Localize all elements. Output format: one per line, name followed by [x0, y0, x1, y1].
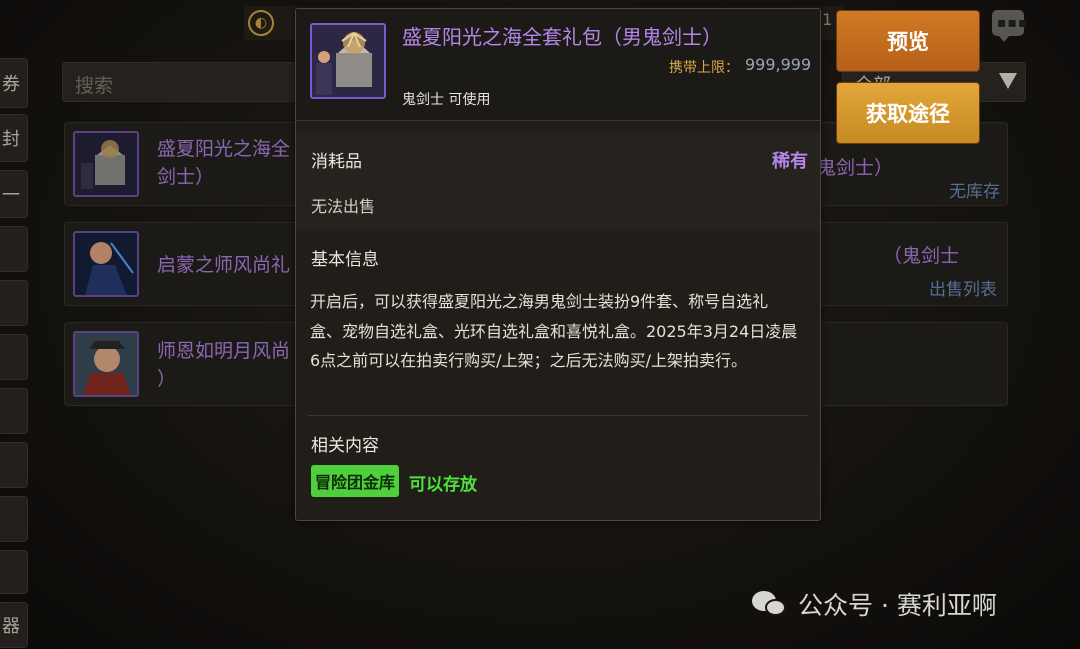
tooltip-title: 盛夏阳光之海全套礼包（男鬼剑士）	[402, 25, 722, 49]
sidebar-tab-label: 封	[2, 129, 20, 150]
sidebar-tab-3[interactable]: 一	[0, 170, 28, 218]
chat-icon[interactable]: ▪▪▪	[992, 10, 1027, 42]
preview-button[interactable]: 预览	[836, 10, 980, 72]
character-portrait-icon	[75, 233, 137, 295]
sidebar-tab-10[interactable]	[0, 550, 28, 594]
adventure-vault-tag: 冒险团金库	[311, 465, 400, 497]
sidebar-tab-6[interactable]	[0, 334, 28, 380]
related-content-title: 相关内容	[311, 436, 379, 456]
acquire-source-button[interactable]: 获取途径	[836, 82, 980, 144]
basic-info-title: 基本信息	[311, 250, 379, 270]
watermark: 公众号 · 赛利亚啊	[752, 586, 997, 622]
character-portrait-icon	[75, 333, 137, 395]
item-status: 无库存	[949, 182, 1000, 202]
tooltip-header: 盛夏阳光之海全套礼包（男鬼剑士） 携带上限： 999,999 鬼剑士 可使用	[296, 9, 820, 121]
item-thumbnail	[73, 331, 139, 397]
compass-icon[interactable]: ◐	[248, 10, 274, 36]
usable-by-text: 鬼剑士 可使用	[402, 92, 491, 108]
wechat-icon	[752, 589, 788, 619]
sidebar-tab-8[interactable]	[0, 442, 28, 488]
sidebar-tab-7[interactable]	[0, 388, 28, 434]
sell-status: 无法出售	[311, 197, 376, 216]
item-rarity: 稀有	[772, 151, 808, 172]
sidebar-tab-label: 器	[2, 616, 20, 637]
item-name-tail: （鬼剑士	[883, 245, 960, 267]
sidebar-tab-weapon[interactable]: 器	[0, 602, 28, 648]
item-status: 出售列表	[929, 280, 997, 300]
watermark-text: 公众号 · 赛利亚啊	[798, 591, 997, 620]
carry-limit-label: 携带上限：	[669, 60, 739, 76]
sidebar-tab-label: 券	[2, 74, 20, 95]
gift-box-icon	[75, 133, 137, 195]
item-name-tail: 鬼剑士）	[817, 157, 894, 179]
gift-box-icon	[310, 23, 386, 99]
carry-limit-value: 999,999	[745, 55, 812, 74]
divider	[308, 415, 808, 416]
storable-text: 可以存放	[409, 475, 477, 495]
item-type-section: 消耗品 稀有 无法出售	[296, 131, 820, 231]
sidebar-tab-4[interactable]	[0, 226, 28, 272]
item-thumbnail	[73, 131, 139, 197]
search-input[interactable]: 搜索	[62, 62, 312, 102]
chevron-down-icon	[999, 73, 1017, 89]
item-description: 开启后，可以获得盛夏阳光之海男鬼剑士装扮9件套、称号自选礼盒、宠物自选礼盒、光环…	[310, 292, 798, 370]
item-thumbnail	[73, 231, 139, 297]
sidebar-tab-label: 一	[2, 185, 20, 206]
sidebar-tab-seal[interactable]: 封	[0, 114, 28, 162]
sidebar-tab-9[interactable]	[0, 496, 28, 542]
sidebar-tab-5[interactable]	[0, 280, 28, 326]
sidebar-tab-coupon[interactable]: 券	[0, 58, 28, 108]
item-tooltip: 盛夏阳光之海全套礼包（男鬼剑士） 携带上限： 999,999 鬼剑士 可使用 消…	[295, 8, 821, 521]
item-category: 消耗品	[311, 152, 362, 172]
